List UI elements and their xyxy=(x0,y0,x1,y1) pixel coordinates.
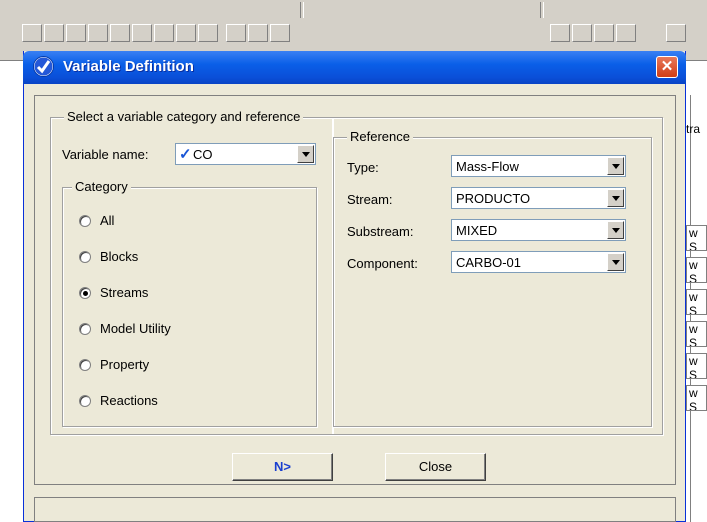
stream-value: PRODUCTO xyxy=(456,191,531,206)
dialog-title: Variable Definition xyxy=(63,58,194,75)
chevron-down-icon[interactable] xyxy=(607,253,624,271)
chevron-down-icon[interactable] xyxy=(607,189,624,207)
chevron-down-icon[interactable] xyxy=(607,157,624,175)
radio-model-utility[interactable] xyxy=(79,323,91,335)
radio-label-all[interactable]: All xyxy=(100,213,114,228)
substream-value: MIXED xyxy=(456,223,498,238)
background-cell: w S xyxy=(686,353,707,379)
variable-name-combo[interactable]: ✓ CO xyxy=(175,143,316,165)
toolbar-button[interactable] xyxy=(22,24,42,42)
radio-all[interactable] xyxy=(79,215,91,227)
component-value: CARBO-01 xyxy=(456,255,522,270)
radio-streams[interactable] xyxy=(79,287,91,299)
substream-combo[interactable]: MIXED xyxy=(451,219,626,241)
radio-label-blocks[interactable]: Blocks xyxy=(100,249,138,264)
next-button[interactable]: N> xyxy=(232,453,333,481)
background-cell: w S xyxy=(686,385,707,411)
toolbar-button[interactable] xyxy=(198,24,218,42)
check-icon: ✓ xyxy=(179,146,192,163)
check-circle-icon xyxy=(33,56,54,77)
stream-label: Stream: xyxy=(347,192,393,207)
pointer-tool-button[interactable] xyxy=(270,24,290,42)
toolbar-separator xyxy=(300,2,304,18)
component-combo[interactable]: CARBO-01 xyxy=(451,251,626,273)
reference-group-label: Reference xyxy=(347,129,413,144)
toolbar-button[interactable] xyxy=(248,24,268,42)
close-button[interactable]: Close xyxy=(385,453,486,481)
toolbar-button[interactable] xyxy=(594,24,614,42)
radio-label-property[interactable]: Property xyxy=(100,357,149,372)
dialog-status-area xyxy=(34,497,676,522)
reference-group-box xyxy=(333,137,652,427)
type-value: Mass-Flow xyxy=(456,159,519,174)
background-cell: w S xyxy=(686,225,707,251)
background-cell: w S xyxy=(686,257,707,283)
toolbar-button[interactable] xyxy=(88,24,108,42)
toolbar-button[interactable] xyxy=(616,24,636,42)
radio-property[interactable] xyxy=(79,359,91,371)
variable-name-value: CO xyxy=(193,147,213,162)
chevron-down-icon[interactable] xyxy=(297,145,314,163)
radio-blocks[interactable] xyxy=(79,251,91,263)
toolbar-button[interactable] xyxy=(666,24,686,42)
toolbar-button[interactable] xyxy=(550,24,570,42)
toolbar-button[interactable] xyxy=(66,24,86,42)
radio-reactions[interactable] xyxy=(79,395,91,407)
toolbar-button[interactable] xyxy=(154,24,174,42)
substream-label: Substream: xyxy=(347,224,414,239)
category-group-label: Category xyxy=(72,179,131,194)
close-icon[interactable]: ✕ xyxy=(656,56,678,78)
chevron-down-icon[interactable] xyxy=(607,221,624,239)
radio-label-reactions[interactable]: Reactions xyxy=(100,393,158,408)
radio-label-streams[interactable]: Streams xyxy=(100,285,148,300)
component-label: Component: xyxy=(347,256,418,271)
type-combo[interactable]: Mass-Flow xyxy=(451,155,626,177)
main-group-label: Select a variable category and reference xyxy=(64,109,304,124)
stream-combo[interactable]: PRODUCTO xyxy=(451,187,626,209)
background-cell: w S xyxy=(686,289,707,315)
background-cell: w S xyxy=(686,321,707,347)
radio-label-model-utility[interactable]: Model Utility xyxy=(100,321,171,336)
background-header-fragment: tra xyxy=(686,122,701,136)
toolbar-button[interactable] xyxy=(110,24,130,42)
toolbar-button[interactable] xyxy=(572,24,592,42)
variable-name-label: Variable name: xyxy=(62,147,149,162)
toolbar-button[interactable] xyxy=(132,24,152,42)
toolbar-button[interactable] xyxy=(226,24,246,42)
toolbar-separator xyxy=(540,2,544,18)
toolbar-button[interactable] xyxy=(176,24,196,42)
type-label: Type: xyxy=(347,160,379,175)
toolbar-button[interactable] xyxy=(44,24,64,42)
